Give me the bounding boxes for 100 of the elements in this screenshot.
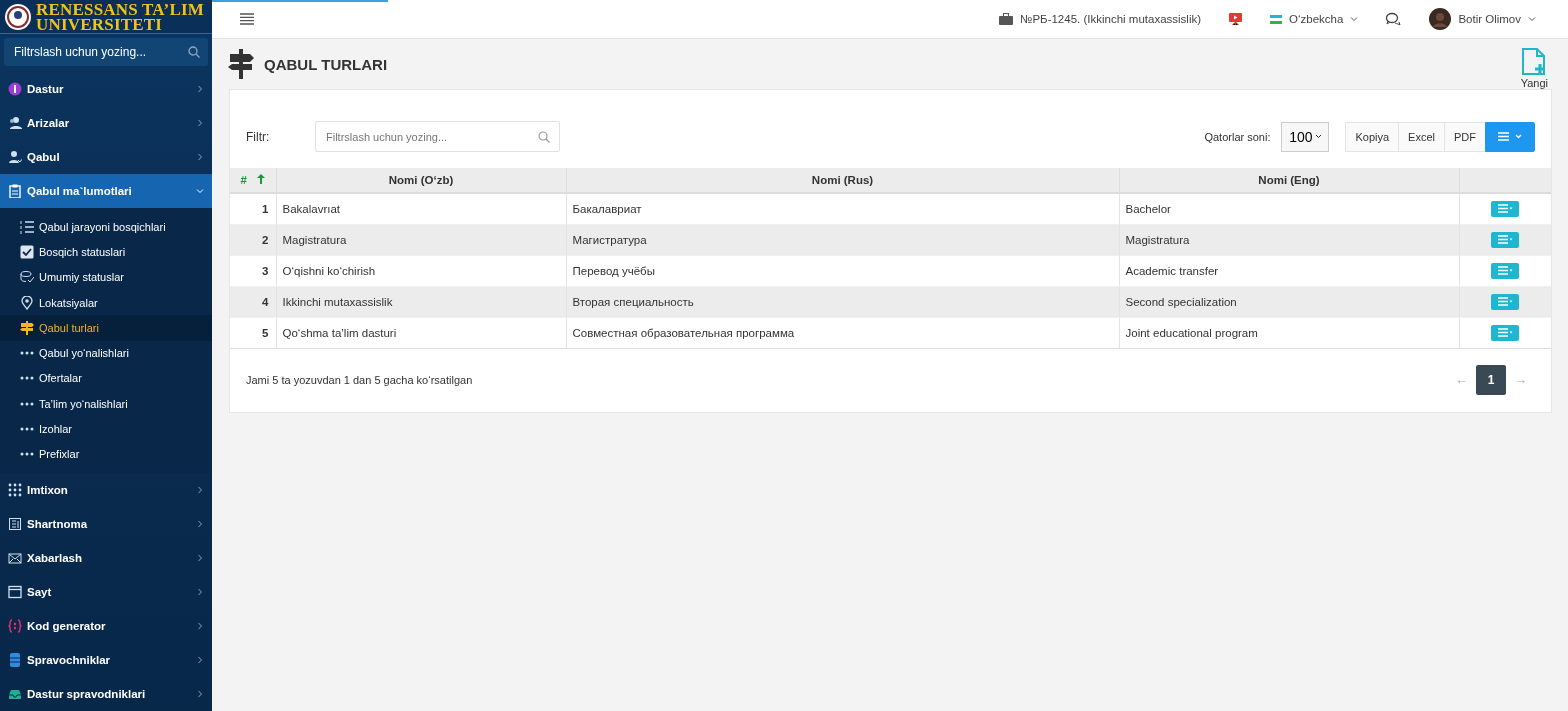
sidebar-item[interactable]: Spravochniklar bbox=[0, 643, 212, 677]
page-title: QABUL TURLARI bbox=[264, 55, 388, 73]
filter-label: Filtr: bbox=[246, 129, 271, 144]
rows-label: Qatorlar soni: bbox=[1204, 130, 1271, 143]
export-button[interactable]: PDF bbox=[1444, 121, 1486, 152]
person-icon bbox=[8, 150, 22, 165]
table-cell: Ikkinchi mutaxassislik bbox=[276, 286, 566, 317]
sidebar-item[interactable]: Imtixon bbox=[0, 473, 212, 507]
chevron-right-icon bbox=[196, 119, 204, 128]
row-number: 3 bbox=[230, 255, 276, 286]
chevron-down-icon bbox=[1350, 15, 1359, 23]
submenu-item[interactable]: Qabul jarayoni bosqichlari bbox=[0, 214, 212, 240]
records-summary: Jami 5 ta yozuvdan 1 dan 5 gacha ko‘rsatilgan bbox=[246, 373, 473, 386]
list-icon bbox=[1497, 204, 1513, 214]
sort-arrow-icon bbox=[256, 174, 265, 184]
row-actions-button[interactable] bbox=[1491, 200, 1520, 217]
clipboard-icon bbox=[8, 184, 22, 199]
submenu-item[interactable]: Lokatsiyalar bbox=[0, 289, 212, 316]
chat-icon bbox=[1386, 12, 1402, 26]
document-icon bbox=[8, 517, 22, 531]
search-field[interactable]: Filtrslash uchun yozing... bbox=[4, 38, 208, 67]
role-label[interactable]: №РБ-1245. (Ikkinchi mutaxassislik) bbox=[1020, 13, 1202, 25]
submenu-item[interactable]: Prefixlar bbox=[0, 441, 212, 467]
new-button[interactable]: Yangi bbox=[1520, 39, 1552, 89]
submenu-item[interactable]: Ta’lim yo‘nalishlari bbox=[0, 391, 212, 417]
submenu-item[interactable]: Bosqich statuslari bbox=[0, 239, 212, 265]
submenu-item[interactable]: Qabul turlari bbox=[0, 315, 212, 341]
list-icon bbox=[1497, 235, 1513, 244]
sidebar-item[interactable]: Dastur bbox=[0, 72, 212, 107]
chevron-down-icon bbox=[1314, 133, 1322, 140]
table-cell: Bachelor bbox=[1119, 193, 1459, 224]
briefcase-icon bbox=[999, 13, 1014, 25]
sidebar-item[interactable]: Qabul ma`lumotlari bbox=[0, 174, 212, 209]
rows-select[interactable]: 100 bbox=[1281, 121, 1330, 152]
table-cell: Бакалавриат bbox=[566, 193, 1119, 224]
dots-icon bbox=[20, 350, 34, 357]
sidebar-item[interactable]: Dastur spravodniklari bbox=[0, 677, 212, 711]
table-cell: Qo‘shma ta’lim dasturi bbox=[276, 317, 566, 348]
sidebar-item[interactable]: Sayt bbox=[0, 575, 212, 609]
page-button[interactable]: 1 bbox=[1476, 364, 1506, 395]
chevron-right-icon bbox=[196, 520, 204, 528]
submenu-item[interactable]: Umumiy statuslar bbox=[0, 264, 212, 290]
chevron-right-icon bbox=[196, 85, 204, 94]
chevron-right-icon bbox=[196, 690, 204, 698]
table-cell: Bakalavrıat bbox=[276, 193, 566, 224]
user-name[interactable]: Botir Olimov bbox=[1458, 13, 1521, 25]
row-number: 5 bbox=[230, 317, 276, 348]
search-icon bbox=[538, 131, 550, 143]
chevron-right-icon bbox=[196, 588, 204, 596]
list-icon bbox=[20, 219, 34, 234]
submenu-item[interactable]: Izohlar bbox=[0, 416, 212, 442]
circle-icon bbox=[8, 82, 22, 97]
sidebar-item[interactable]: Arizalar bbox=[0, 106, 212, 141]
submenu-item[interactable]: Qabul yo‘nalishlari bbox=[0, 340, 212, 366]
sidebar-item[interactable]: Shartnoma bbox=[0, 507, 212, 541]
list-icon bbox=[1497, 266, 1513, 275]
people-icon bbox=[8, 116, 22, 131]
row-actions-button[interactable] bbox=[1491, 293, 1520, 310]
table-cell: Перевод учёбы bbox=[566, 255, 1119, 286]
column-header[interactable]: Nomi (O‘zb) bbox=[276, 168, 566, 193]
export-button[interactable]: Excel bbox=[1398, 121, 1445, 152]
table-cell: Совместная образовательная программа bbox=[566, 317, 1119, 348]
checkbox-icon bbox=[20, 244, 34, 259]
chevron-down-icon bbox=[196, 187, 204, 196]
menu-button[interactable] bbox=[240, 13, 254, 25]
column-header[interactable]: Nomi (Eng) bbox=[1119, 168, 1459, 193]
table-cell: Joint educational program bbox=[1119, 317, 1459, 348]
menu-icon bbox=[240, 13, 254, 25]
filter-field[interactable]: Filtrslash uchun yozing... bbox=[315, 121, 560, 152]
dots-icon bbox=[20, 426, 34, 433]
export-button[interactable]: Kopiya bbox=[1345, 121, 1400, 152]
presentation-icon bbox=[1229, 12, 1243, 26]
row-actions-button[interactable] bbox=[1491, 324, 1520, 341]
chevron-right-icon bbox=[196, 486, 204, 494]
columns-button[interactable] bbox=[1485, 121, 1535, 152]
new-document-icon bbox=[1521, 47, 1548, 76]
language-selector[interactable]: O‘zbekcha bbox=[1289, 13, 1344, 25]
location-pin-icon bbox=[20, 295, 34, 310]
row-actions-button[interactable] bbox=[1491, 231, 1520, 248]
flag-icon bbox=[1270, 14, 1283, 24]
table-cell: Magistratura bbox=[276, 224, 566, 255]
sidebar-item[interactable]: Kod generator bbox=[0, 609, 212, 643]
row-number: 2 bbox=[230, 224, 276, 255]
table-cell: Вторая специальность bbox=[566, 286, 1119, 317]
sidebar-item[interactable]: Qabul bbox=[0, 140, 212, 175]
sidebar-item[interactable]: Xabarlash bbox=[0, 541, 212, 575]
column-header[interactable]: Nomi (Rus) bbox=[566, 168, 1119, 193]
chevron-right-icon bbox=[196, 622, 204, 630]
submenu-item[interactable]: Ofertalar bbox=[0, 365, 212, 392]
search-icon bbox=[188, 46, 200, 59]
chevron-down-icon bbox=[1528, 15, 1536, 23]
row-actions-button[interactable] bbox=[1491, 262, 1520, 279]
table-cell: Magistratura bbox=[1119, 224, 1459, 255]
table-cell: Academic transfer bbox=[1119, 255, 1459, 286]
dots-icon bbox=[20, 400, 34, 407]
envelope-icon bbox=[8, 551, 22, 565]
dots-icon bbox=[20, 451, 34, 458]
chevron-right-icon bbox=[196, 656, 204, 664]
table-cell: Магистратура bbox=[566, 224, 1119, 255]
chevron-right-icon bbox=[196, 153, 204, 162]
